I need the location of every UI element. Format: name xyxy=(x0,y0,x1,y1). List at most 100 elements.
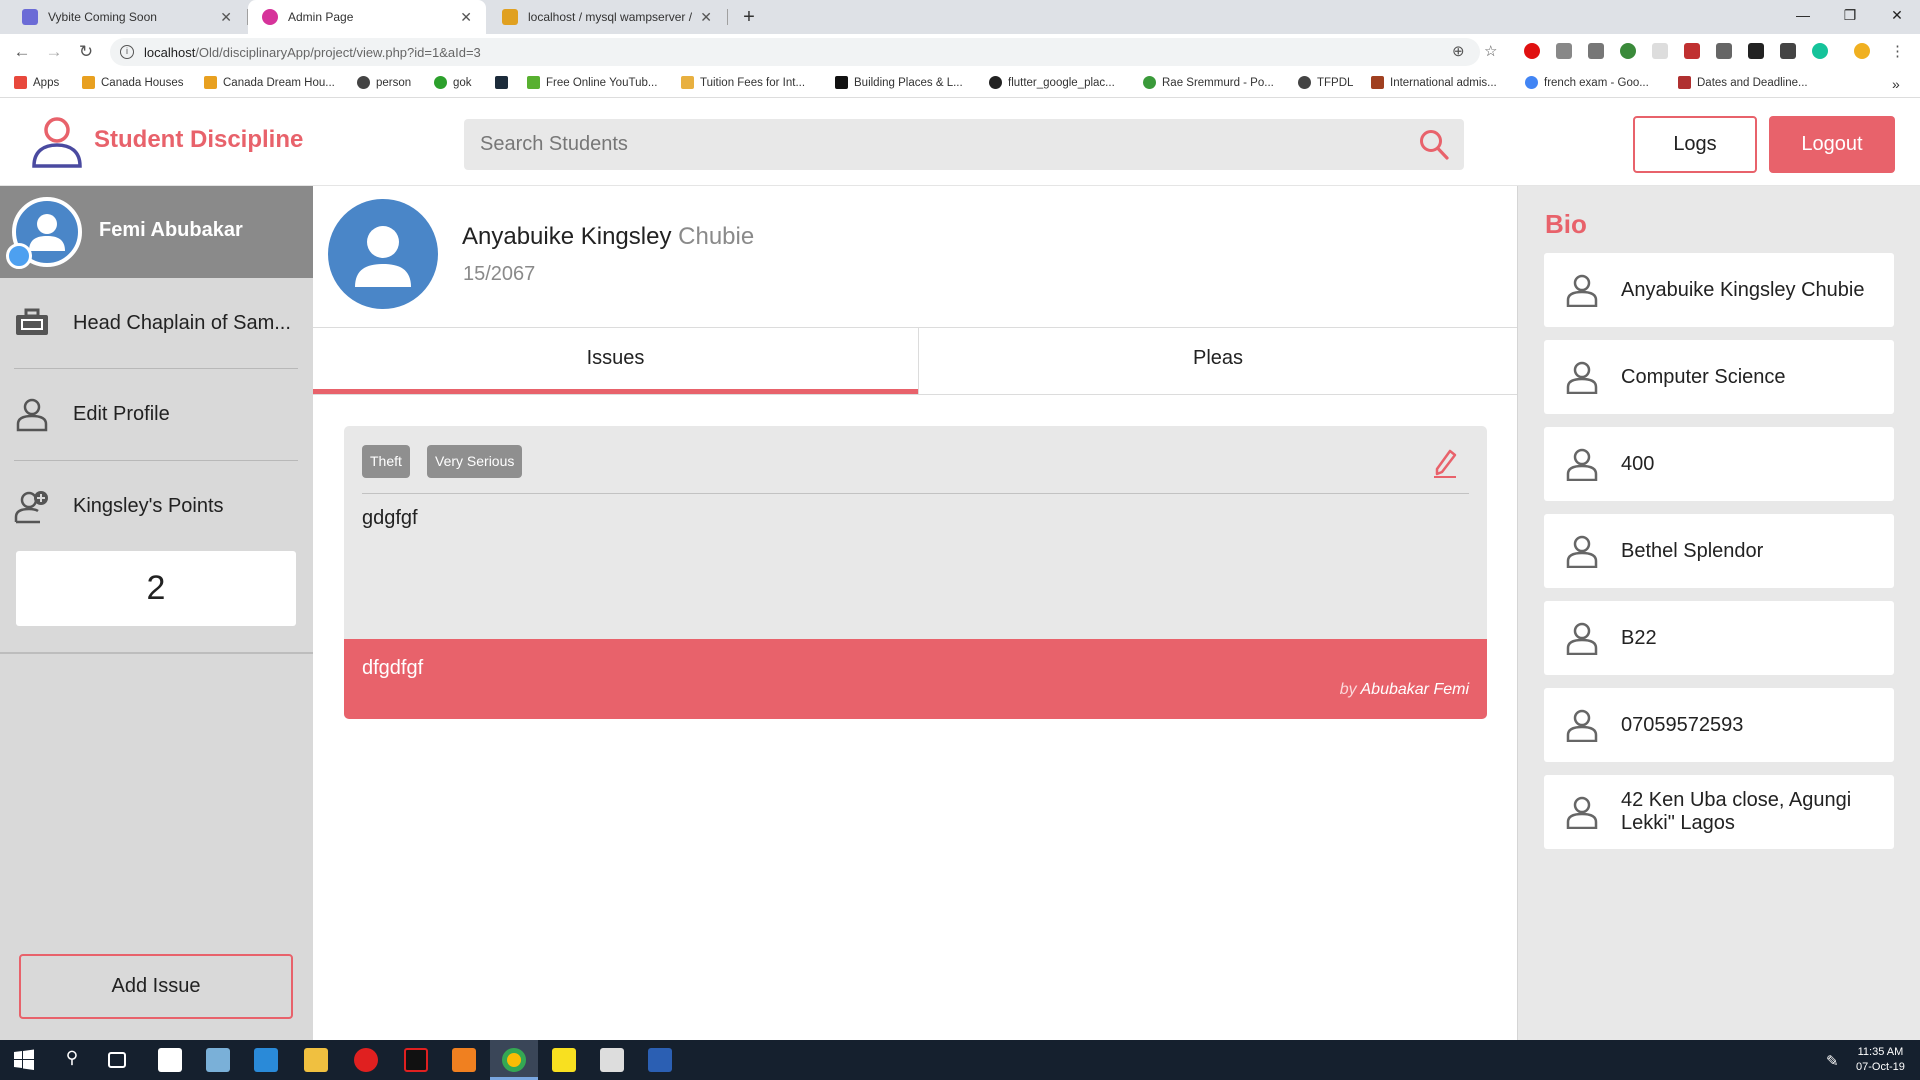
browser-tab-admin-page[interactable]: Admin Page ✕ xyxy=(248,0,486,34)
bookmark-youtube-tool[interactable]: Free Online YouTub... xyxy=(527,76,657,89)
minimize-button[interactable]: — xyxy=(1780,0,1826,30)
filter-extension-icon[interactable] xyxy=(1588,43,1604,59)
user-icon xyxy=(1566,274,1598,307)
close-tab-icon[interactable]: ✕ xyxy=(700,9,712,26)
sidebar-item-role[interactable]: Head Chaplain of Sam... xyxy=(14,278,298,368)
bio-text: 42 Ken Uba close, Agungi Lekki" Lagos xyxy=(1621,789,1852,834)
bookmark-label: International admis... xyxy=(1390,76,1497,89)
bookmark-rae-sremmurd[interactable]: Rae Sremmurd - Po... xyxy=(1143,76,1274,89)
restore-button[interactable]: ❐ xyxy=(1827,0,1873,30)
bookmark-tfpdl[interactable]: TFPDL xyxy=(1298,76,1353,89)
bio-text: Computer Science xyxy=(1621,365,1786,388)
main-content: Anyabuike Kingsley Chubie 15/2067 Issues… xyxy=(313,186,1517,1040)
forward-arrow-icon[interactable]: → xyxy=(42,40,66,64)
blank-extension-icon[interactable] xyxy=(1652,43,1668,59)
bookmark-person[interactable]: person xyxy=(357,76,411,89)
code-extension-icon[interactable] xyxy=(1780,43,1796,59)
task-view-icon[interactable] xyxy=(108,1052,126,1068)
bookmark-label: gok xyxy=(453,76,472,89)
add-issue-button[interactable]: Add Issue xyxy=(19,954,293,1019)
bookmark-label: Apps xyxy=(33,76,60,89)
bio-address: 42 Ken Uba close, Agungi Lekki" Lagos xyxy=(1544,775,1894,849)
author-prefix: by xyxy=(1339,681,1357,698)
bookmark-canada-houses[interactable]: Canada Houses xyxy=(82,76,183,89)
online-status-indicator xyxy=(6,243,32,269)
bookmark-french-exam[interactable]: french exam - Goo... xyxy=(1525,76,1649,89)
bio-room: B22 xyxy=(1544,601,1894,675)
mail-icon[interactable] xyxy=(600,1048,624,1072)
bookmark-label: person xyxy=(376,76,412,89)
opera-extension-icon[interactable] xyxy=(1524,43,1540,59)
admin-favicon-icon xyxy=(262,9,278,25)
bookmark-star-icon[interactable]: ☆ xyxy=(1484,42,1497,60)
logs-button[interactable]: Logs xyxy=(1633,116,1757,173)
bookmark-label: Canada Houses xyxy=(101,76,184,89)
search-icon[interactable] xyxy=(1419,129,1449,161)
kebab-menu-icon[interactable]: ⋮ xyxy=(1890,42,1905,60)
word-icon[interactable] xyxy=(648,1048,672,1072)
windows-start-icon[interactable] xyxy=(12,1048,36,1072)
sidebar-item-points[interactable]: Kingsley's Points xyxy=(14,461,298,551)
more-bookmarks-icon[interactable]: » xyxy=(1892,76,1900,92)
author-name: Abubakar Femi xyxy=(1360,681,1470,698)
cursor-extension-icon[interactable] xyxy=(1748,43,1764,59)
reload-icon[interactable]: ↻ xyxy=(74,40,98,64)
notes-app-icon[interactable] xyxy=(158,1048,182,1072)
globe-extension-icon[interactable] xyxy=(1620,43,1636,59)
bookmarks-bar: Apps Canada Houses Canada Dream Hou... p… xyxy=(0,70,1920,98)
gok-icon xyxy=(434,76,447,89)
app-brand-name[interactable]: Student Discipline xyxy=(94,126,303,154)
bookmark-building-places[interactable]: Building Places & L... xyxy=(835,76,963,89)
close-tab-icon[interactable]: ✕ xyxy=(220,9,232,26)
tab-issues[interactable]: Issues xyxy=(313,328,918,394)
pen-tray-icon[interactable]: ✎ xyxy=(1826,1052,1839,1070)
netflix-icon[interactable] xyxy=(404,1048,428,1072)
bookmark-gok[interactable]: gok xyxy=(434,76,472,89)
shield-extension-icon[interactable] xyxy=(1556,43,1572,59)
address-bar[interactable]: i localhost/Old/disciplinaryApp/project/… xyxy=(110,38,1480,66)
phpmyadmin-favicon-icon xyxy=(502,9,518,25)
vlc-icon[interactable] xyxy=(452,1048,476,1072)
close-tab-icon[interactable]: ✕ xyxy=(460,9,472,26)
close-window-button[interactable]: ✕ xyxy=(1874,0,1920,30)
bio-hall: Bethel Splendor xyxy=(1544,514,1894,588)
sidebar: Femi Abubakar Head Chaplain of Sam... Ed… xyxy=(0,186,313,1040)
bookmark-canada-dream[interactable]: Canada Dream Hou... xyxy=(204,76,335,89)
back-arrow-icon[interactable]: ← xyxy=(10,40,34,64)
download-icon xyxy=(527,76,540,89)
pdf-extension-icon[interactable] xyxy=(1684,43,1700,59)
bookmark-label: Rae Sremmurd - Po... xyxy=(1162,76,1274,89)
info-icon[interactable]: i xyxy=(120,45,134,59)
grammarly-extension-icon[interactable] xyxy=(1812,43,1828,59)
zoom-icon[interactable]: ⊕ xyxy=(1452,42,1465,60)
vscode-icon[interactable] xyxy=(254,1048,278,1072)
browser-tab-vybite[interactable]: Vybite Coming Soon ✕ xyxy=(8,0,246,34)
edit-pencil-icon[interactable] xyxy=(1432,448,1458,478)
tab-pleas[interactable]: Pleas xyxy=(918,328,1517,394)
profile-avatar-icon[interactable] xyxy=(1854,43,1870,59)
bookmark-flutter[interactable]: flutter_google_plac... xyxy=(989,76,1115,89)
new-tab-button[interactable]: + xyxy=(736,4,762,30)
system-clock[interactable]: 11:35 AM 07-Oct-19 xyxy=(1856,1045,1905,1075)
tab-title: localhost / mysql wampserver / s xyxy=(528,10,693,24)
sticky-notes-icon[interactable] xyxy=(552,1048,576,1072)
windows-taskbar: ⚲ ✎ 11:35 AM 07-Oct-19 xyxy=(0,1040,1920,1080)
bookmark-unnamed[interactable] xyxy=(495,76,514,89)
chrome-icon[interactable] xyxy=(502,1048,526,1072)
bookmark-international[interactable]: International admis... xyxy=(1371,76,1497,89)
bookmark-apps[interactable]: Apps xyxy=(14,76,59,89)
edit-app-icon[interactable] xyxy=(206,1048,230,1072)
browser-tab-phpmyadmin[interactable]: localhost / mysql wampserver / s ✕ xyxy=(488,0,726,34)
file-explorer-icon[interactable] xyxy=(304,1048,328,1072)
search-icon[interactable]: ⚲ xyxy=(60,1048,84,1072)
logout-button[interactable]: Logout xyxy=(1769,116,1895,173)
opera-icon[interactable] xyxy=(354,1048,378,1072)
sidebar-item-label: Kingsley's Points xyxy=(73,494,224,517)
bookmark-tuition[interactable]: Tuition Fees for Int... xyxy=(681,76,805,89)
sidebar-item-edit-profile[interactable]: Edit Profile xyxy=(14,369,298,459)
bookmark-dates[interactable]: Dates and Deadline... xyxy=(1678,76,1808,89)
student-middle-name: Chubie xyxy=(678,223,755,250)
camera-extension-icon[interactable] xyxy=(1716,43,1732,59)
user-icon xyxy=(1566,448,1598,481)
search-students-input[interactable] xyxy=(464,119,1464,170)
